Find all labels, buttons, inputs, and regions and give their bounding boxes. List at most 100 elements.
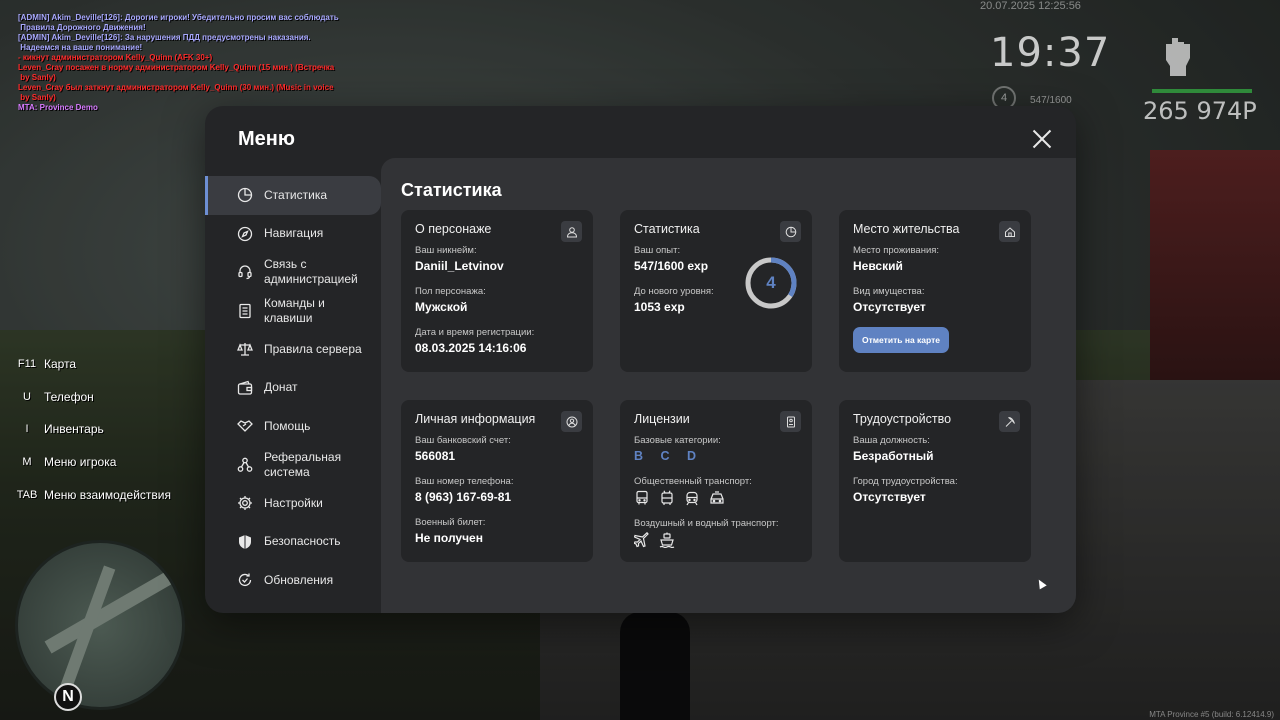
tram-icon [686,491,698,506]
sidebar-item-referral[interactable]: Реферальная система [205,446,381,485]
keybind-row: U Телефон [10,381,171,414]
keybind-action: Карта [44,357,77,372]
card-title: Место жительства [853,222,960,236]
sidebar-item-label: Навигация [264,226,324,241]
close-icon[interactable] [1031,128,1053,150]
mark-on-map-button[interactable]: Отметить на карте [853,327,949,353]
public-transport-icons [634,490,798,506]
card-personal-info: Личная информация Ваш банковский счет: 5… [401,400,593,562]
home-icon [999,221,1020,242]
card-title: Статистика [634,222,700,236]
field-label: Общественный транспорт: [634,476,752,487]
card-title: Личная информация [415,412,536,426]
document-icon [237,303,253,319]
fist-icon [1166,38,1190,76]
keybind-row: I Инвентарь [10,413,171,446]
keybind-row: M Меню игрока [10,446,171,479]
chat-line: - кикнут администратором Kelly_Quinn (AF… [18,53,213,62]
card-employment: Трудоустройство Ваша должность: Безработ… [839,400,1031,562]
sidebar-item-updates[interactable]: Обновления [205,561,381,600]
sidebar-item-statistics[interactable]: Статистика [205,176,381,215]
sidebar-item-admin-contact[interactable]: Связь с администрацией [205,253,381,292]
field-label: Вид имущества: [853,286,925,297]
keybind-row: TAB Меню взаимодействия [10,478,171,511]
sidebar-item-label: Донат [264,380,298,395]
user-circle-icon [561,411,582,432]
hud-money: 265 974Р [1143,97,1257,125]
sidebar-item-settings[interactable]: Настройки [205,484,381,523]
refresh-icon [237,572,253,588]
card-title: О персонаже [415,222,492,236]
user-icon [561,221,582,242]
card-character: О персонаже Ваш никнейм: Daniil_Letvinov… [401,210,593,372]
content-panel: Статистика О персонаже Ваш никнейм: Dani… [381,158,1076,613]
level-value: 4 [766,273,776,292]
keybind-action: Меню взаимодействия [44,487,171,502]
key-label: F11 [17,358,37,371]
field-label: Военный билет: [415,517,486,528]
field-label: Место проживания: [853,245,940,256]
residence-value: Невский [853,259,903,273]
field-label: Дата и время регистрации: [415,327,535,338]
trolleybus-icon [661,490,673,505]
card-residence: Место жительства Место проживания: Невск… [839,210,1031,372]
sidebar-item-security[interactable]: Безопасность [205,523,381,562]
key-label: M [22,456,32,469]
key-label: I [25,423,29,436]
menu-window: Меню Статистика Навигация Связь с админи… [205,106,1076,613]
card-licenses: Лицензии Базовые категории: B C D Общест… [620,400,812,562]
minimap [15,540,185,710]
sidebar-item-label: Безопасность [264,534,341,549]
build-info: MTA Province #5 (build: 6.12414.9) [1149,710,1274,719]
registration-value: 08.03.2025 14:16:06 [415,341,527,355]
sidebar-item-navigation[interactable]: Навигация [205,215,381,254]
hud-health-bar [1152,89,1252,93]
chat-line: [ADMIN] Akim_Deville[126]: За нарушения … [18,33,311,52]
wallet-icon [237,380,253,396]
job-city-value: Отсутствует [853,490,926,504]
chat-log: [ADMIN] Akim_Deville[126]: Дорогие игрок… [18,13,348,113]
hud-date: 20.07.2025 12:25:56 [980,0,1081,12]
taxi-icon [710,491,724,504]
phone-value: 8 (963) 167-69-81 [415,490,512,504]
keybind-action: Телефон [44,389,94,404]
field-label: Ваша должность: [853,435,930,446]
compass-icon [237,226,253,242]
shield-icon [237,534,253,550]
field-label: Ваш опыт: [634,245,681,256]
handshake-icon [237,418,253,434]
hud-exp: 547/1600 [1030,95,1072,106]
sidebar: Статистика Навигация Связь с администрац… [205,176,381,600]
key-label: TAB [16,488,38,501]
field-label: Воздушный и водный транспорт: [634,518,779,529]
hud-clock: 19:37 [990,30,1111,76]
card-statistics: Статистика Ваш опыт: 547/1600 exp До нов… [620,210,812,372]
sidebar-item-label: Обновления [264,572,334,587]
chat-line: Leven_Cray был заткнут администратором K… [18,83,334,102]
ship-icon [659,532,675,548]
sidebar-item-label: Связь с администрацией [264,257,358,287]
gear-icon [237,495,253,511]
card-title: Лицензии [634,412,690,426]
keybind-action: Меню игрока [44,455,117,470]
sidebar-item-label: Команды и клавиши [264,295,325,325]
card-title: Трудоустройство [853,412,952,426]
sidebar-item-help[interactable]: Помощь [205,407,381,446]
field-label: Базовые категории: [634,435,721,446]
chat-line: Leven_Cray посажен в норму администратор… [18,63,335,82]
chat-line: [ADMIN] Akim_Deville[126]: Дорогие игрок… [18,13,339,32]
gender-value: Мужской [415,300,468,314]
bank-account-value: 566081 [415,449,456,463]
nickname-value: Daniil_Letvinov [415,259,504,273]
air-water-transport-icons [634,532,798,548]
license-icon [780,411,801,432]
sidebar-item-commands[interactable]: Команды и клавиши [205,292,381,331]
keybind-action: Инвентарь [44,422,104,437]
sidebar-item-label: Настройки [264,495,323,510]
sidebar-item-donate[interactable]: Донат [205,369,381,408]
field-label: Город трудоустройства: [853,476,958,487]
plane-icon [634,532,649,548]
sidebar-item-rules[interactable]: Правила сервера [205,330,381,369]
field-label: Ваш никнейм: [415,245,477,256]
scales-icon [237,341,253,357]
